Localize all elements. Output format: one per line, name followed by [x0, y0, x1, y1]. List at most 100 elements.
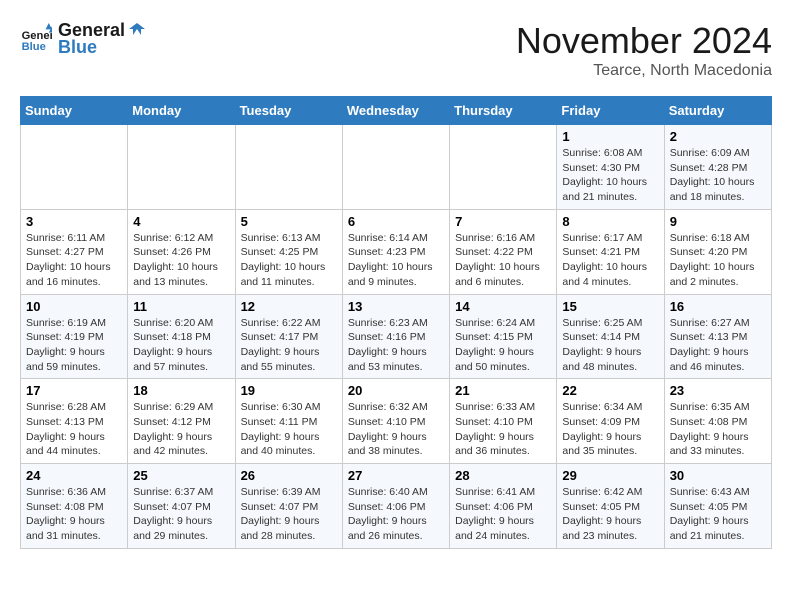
day-info: Sunrise: 6:36 AM Sunset: 4:08 PM Dayligh…: [26, 485, 122, 544]
weekday-header: Sunday: [21, 97, 128, 125]
day-number: 11: [133, 299, 229, 314]
calendar-cell: 11 Sunrise: 6:20 AM Sunset: 4:18 PM Dayli…: [128, 294, 235, 379]
calendar-cell: [21, 125, 128, 210]
day-number: 25: [133, 468, 229, 483]
day-number: 14: [455, 299, 551, 314]
svg-text:General: General: [22, 30, 52, 42]
day-number: 24: [26, 468, 122, 483]
day-info: Sunrise: 6:33 AM Sunset: 4:10 PM Dayligh…: [455, 400, 551, 459]
day-info: Sunrise: 6:08 AM Sunset: 4:30 PM Dayligh…: [562, 146, 658, 205]
day-info: Sunrise: 6:24 AM Sunset: 4:15 PM Dayligh…: [455, 316, 551, 375]
day-number: 10: [26, 299, 122, 314]
logo: General Blue General Blue: [20, 20, 147, 58]
day-number: 27: [348, 468, 444, 483]
day-number: 26: [241, 468, 337, 483]
calendar-body: 1Sunrise: 6:08 AM Sunset: 4:30 PM Daylig…: [21, 125, 772, 549]
day-info: Sunrise: 6:32 AM Sunset: 4:10 PM Dayligh…: [348, 400, 444, 459]
calendar-cell: [342, 125, 449, 210]
weekday-header: Friday: [557, 97, 664, 125]
calendar-cell: 5Sunrise: 6:13 AM Sunset: 4:25 PM Daylig…: [235, 209, 342, 294]
calendar-cell: 18 Sunrise: 6:29 AM Sunset: 4:12 PM Dayli…: [128, 379, 235, 464]
calendar-cell: [128, 125, 235, 210]
day-number: 13: [348, 299, 444, 314]
calendar-cell: 19 Sunrise: 6:30 AM Sunset: 4:11 PM Dayli…: [235, 379, 342, 464]
day-number: 15: [562, 299, 658, 314]
title-section: November 2024 Tearce, North Macedonia: [516, 20, 772, 80]
day-info: Sunrise: 6:43 AM Sunset: 4:05 PM Dayligh…: [670, 485, 766, 544]
day-info: Sunrise: 6:35 AM Sunset: 4:08 PM Dayligh…: [670, 400, 766, 459]
calendar-cell: 24 Sunrise: 6:36 AM Sunset: 4:08 PM Dayli…: [21, 464, 128, 549]
calendar-cell: 6Sunrise: 6:14 AM Sunset: 4:23 PM Daylig…: [342, 209, 449, 294]
day-info: Sunrise: 6:39 AM Sunset: 4:07 PM Dayligh…: [241, 485, 337, 544]
calendar-cell: 25 Sunrise: 6:37 AM Sunset: 4:07 PM Dayli…: [128, 464, 235, 549]
calendar-cell: [450, 125, 557, 210]
calendar-cell: 9 Sunrise: 6:18 AM Sunset: 4:20 PM Daylig…: [664, 209, 771, 294]
page-header: General Blue General Blue November 2024 …: [20, 20, 772, 80]
day-info: Sunrise: 6:22 AM Sunset: 4:17 PM Dayligh…: [241, 316, 337, 375]
weekday-header: Thursday: [450, 97, 557, 125]
day-number: 12: [241, 299, 337, 314]
day-info: Sunrise: 6:41 AM Sunset: 4:06 PM Dayligh…: [455, 485, 551, 544]
calendar-cell: 7Sunrise: 6:16 AM Sunset: 4:22 PM Daylig…: [450, 209, 557, 294]
calendar-week-row: 24 Sunrise: 6:36 AM Sunset: 4:08 PM Dayli…: [21, 464, 772, 549]
day-info: Sunrise: 6:29 AM Sunset: 4:12 PM Dayligh…: [133, 400, 229, 459]
calendar-cell: 21 Sunrise: 6:33 AM Sunset: 4:10 PM Dayli…: [450, 379, 557, 464]
calendar-cell: 17 Sunrise: 6:28 AM Sunset: 4:13 PM Dayli…: [21, 379, 128, 464]
day-info: Sunrise: 6:19 AM Sunset: 4:19 PM Dayligh…: [26, 316, 122, 375]
calendar-cell: 26 Sunrise: 6:39 AM Sunset: 4:07 PM Dayli…: [235, 464, 342, 549]
calendar-cell: 29Sunrise: 6:42 AM Sunset: 4:05 PM Dayli…: [557, 464, 664, 549]
calendar-cell: 12 Sunrise: 6:22 AM Sunset: 4:17 PM Dayli…: [235, 294, 342, 379]
day-number: 16: [670, 299, 766, 314]
day-number: 21: [455, 383, 551, 398]
day-info: Sunrise: 6:20 AM Sunset: 4:18 PM Dayligh…: [133, 316, 229, 375]
calendar-cell: 16 Sunrise: 6:27 AM Sunset: 4:13 PM Dayli…: [664, 294, 771, 379]
logo-bird-icon: [127, 21, 147, 41]
calendar-table: SundayMondayTuesdayWednesdayThursdayFrid…: [20, 96, 772, 549]
svg-text:Blue: Blue: [22, 41, 46, 53]
day-number: 19: [241, 383, 337, 398]
day-info: Sunrise: 6:37 AM Sunset: 4:07 PM Dayligh…: [133, 485, 229, 544]
calendar-cell: 28 Sunrise: 6:41 AM Sunset: 4:06 PM Dayli…: [450, 464, 557, 549]
calendar-cell: 3 Sunrise: 6:11 AM Sunset: 4:27 PM Daylig…: [21, 209, 128, 294]
day-number: 5: [241, 214, 337, 229]
day-info: Sunrise: 6:12 AM Sunset: 4:26 PM Dayligh…: [133, 231, 229, 290]
day-info: Sunrise: 6:09 AM Sunset: 4:28 PM Dayligh…: [670, 146, 766, 205]
calendar-week-row: 10 Sunrise: 6:19 AM Sunset: 4:19 PM Dayli…: [21, 294, 772, 379]
day-number: 30: [670, 468, 766, 483]
day-info: Sunrise: 6:28 AM Sunset: 4:13 PM Dayligh…: [26, 400, 122, 459]
day-number: 29: [562, 468, 658, 483]
day-info: Sunrise: 6:11 AM Sunset: 4:27 PM Dayligh…: [26, 231, 122, 290]
day-number: 17: [26, 383, 122, 398]
weekday-header: Saturday: [664, 97, 771, 125]
day-info: Sunrise: 6:30 AM Sunset: 4:11 PM Dayligh…: [241, 400, 337, 459]
calendar-cell: 30 Sunrise: 6:43 AM Sunset: 4:05 PM Dayli…: [664, 464, 771, 549]
month-title: November 2024: [516, 20, 772, 62]
day-number: 28: [455, 468, 551, 483]
day-number: 20: [348, 383, 444, 398]
calendar-cell: 23 Sunrise: 6:35 AM Sunset: 4:08 PM Dayli…: [664, 379, 771, 464]
calendar-cell: 20 Sunrise: 6:32 AM Sunset: 4:10 PM Dayli…: [342, 379, 449, 464]
calendar-cell: 13 Sunrise: 6:23 AM Sunset: 4:16 PM Dayli…: [342, 294, 449, 379]
logo-icon: General Blue: [20, 23, 52, 55]
day-number: 3: [26, 214, 122, 229]
calendar-cell: 4Sunrise: 6:12 AM Sunset: 4:26 PM Daylig…: [128, 209, 235, 294]
day-info: Sunrise: 6:23 AM Sunset: 4:16 PM Dayligh…: [348, 316, 444, 375]
calendar-cell: 27 Sunrise: 6:40 AM Sunset: 4:06 PM Dayli…: [342, 464, 449, 549]
day-number: 7: [455, 214, 551, 229]
calendar-cell: 2Sunrise: 6:09 AM Sunset: 4:28 PM Daylig…: [664, 125, 771, 210]
day-info: Sunrise: 6:40 AM Sunset: 4:06 PM Dayligh…: [348, 485, 444, 544]
calendar-week-row: 3 Sunrise: 6:11 AM Sunset: 4:27 PM Daylig…: [21, 209, 772, 294]
weekday-header: Tuesday: [235, 97, 342, 125]
calendar-week-row: 17 Sunrise: 6:28 AM Sunset: 4:13 PM Dayli…: [21, 379, 772, 464]
calendar-week-row: 1Sunrise: 6:08 AM Sunset: 4:30 PM Daylig…: [21, 125, 772, 210]
day-number: 9: [670, 214, 766, 229]
calendar-cell: 10 Sunrise: 6:19 AM Sunset: 4:19 PM Dayli…: [21, 294, 128, 379]
day-number: 18: [133, 383, 229, 398]
day-info: Sunrise: 6:18 AM Sunset: 4:20 PM Dayligh…: [670, 231, 766, 290]
day-info: Sunrise: 6:25 AM Sunset: 4:14 PM Dayligh…: [562, 316, 658, 375]
calendar-cell: 14 Sunrise: 6:24 AM Sunset: 4:15 PM Dayli…: [450, 294, 557, 379]
day-info: Sunrise: 6:14 AM Sunset: 4:23 PM Dayligh…: [348, 231, 444, 290]
day-info: Sunrise: 6:27 AM Sunset: 4:13 PM Dayligh…: [670, 316, 766, 375]
weekday-header: Monday: [128, 97, 235, 125]
day-number: 23: [670, 383, 766, 398]
